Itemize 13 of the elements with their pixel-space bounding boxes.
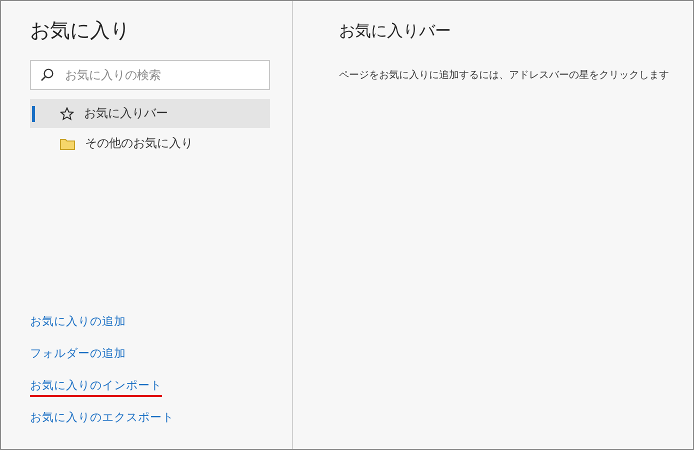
- hint-text: ページをお気に入りに追加するには、アドレスバーの星をクリックします: [339, 68, 670, 82]
- folder-icon: [60, 138, 75, 150]
- favorites-item[interactable]: その他のお気に入り: [30, 129, 270, 158]
- action-link[interactable]: フォルダーの追加: [30, 346, 126, 365]
- star-icon: [60, 106, 74, 120]
- action-link[interactable]: お気に入りの追加: [30, 314, 126, 333]
- selection-indicator: [32, 106, 35, 122]
- search-field[interactable]: お気に入りの検索: [30, 60, 270, 90]
- action-link[interactable]: お気に入りのインポート: [30, 378, 162, 397]
- section-title: お気に入りバー: [339, 21, 452, 42]
- panel-title: お気に入り: [30, 17, 131, 44]
- favorites-item[interactable]: お気に入りバー: [30, 99, 270, 128]
- action-link[interactable]: お気に入りのエクスポート: [30, 410, 174, 429]
